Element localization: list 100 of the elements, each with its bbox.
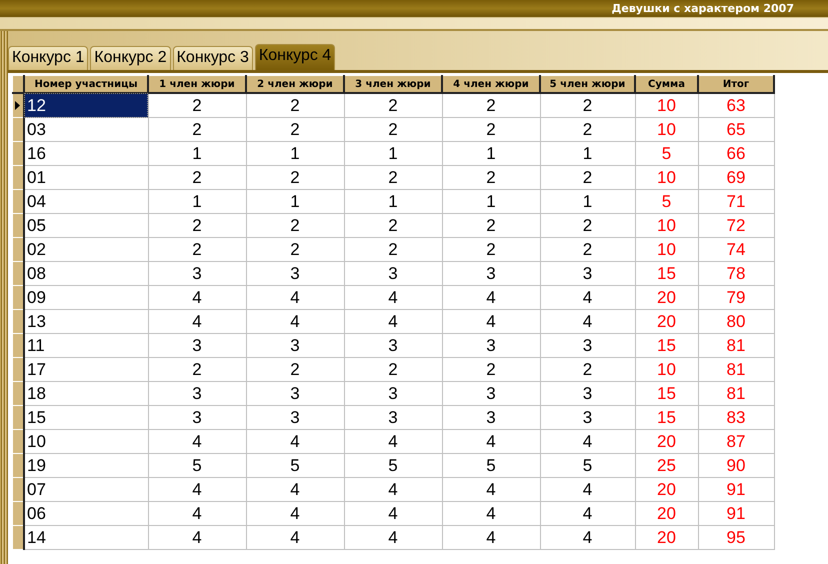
table-cell: 11 xyxy=(24,334,148,358)
table-cell: 1 xyxy=(344,190,442,214)
row-selector[interactable] xyxy=(12,454,24,478)
table-cell: 16 xyxy=(24,142,148,166)
table-cell: 4 xyxy=(246,310,344,334)
table-cell: 2 xyxy=(148,238,246,262)
table-cell: 4 xyxy=(540,286,635,310)
column-header[interactable]: 1 член жюри xyxy=(148,76,246,93)
tab[interactable]: Конкурс 3 xyxy=(172,46,253,70)
table-cell: 4 xyxy=(148,286,246,310)
column-header[interactable]: 4 член жюри xyxy=(442,76,540,93)
table-cell: 3 xyxy=(442,406,540,430)
table-cell: 10 xyxy=(635,238,698,262)
table-cell: 3 xyxy=(442,382,540,406)
table-cell: 4 xyxy=(540,502,635,526)
column-header[interactable]: Итог xyxy=(698,76,774,93)
table-cell: 4 xyxy=(442,502,540,526)
table-cell: 4 xyxy=(344,478,442,502)
table-cell: 2 xyxy=(246,93,344,118)
table-cell: 2 xyxy=(344,214,442,238)
table-cell: 78 xyxy=(698,262,774,286)
row-selector[interactable] xyxy=(12,166,24,190)
row-selector[interactable] xyxy=(12,93,24,118)
table-cell: 15 xyxy=(635,382,698,406)
table-cell: 66 xyxy=(698,142,774,166)
row-selector[interactable] xyxy=(12,502,24,526)
table-cell: 2 xyxy=(246,358,344,382)
table-cell: 5 xyxy=(635,190,698,214)
table-cell: 2 xyxy=(442,214,540,238)
table-cell: 2 xyxy=(442,238,540,262)
row-selector[interactable] xyxy=(12,406,24,430)
table-cell: 3 xyxy=(344,382,442,406)
table-cell: 12 xyxy=(24,93,148,118)
table-cell: 80 xyxy=(698,310,774,334)
table-cell: 1 xyxy=(540,142,635,166)
row-selector[interactable] xyxy=(12,334,24,358)
row-selector[interactable] xyxy=(12,430,24,454)
table-cell: 10 xyxy=(24,430,148,454)
row-selector[interactable] xyxy=(12,118,24,142)
row-selector[interactable] xyxy=(12,358,24,382)
table-cell: 4 xyxy=(246,430,344,454)
table-cell: 4 xyxy=(246,478,344,502)
column-header[interactable]: Сумма xyxy=(635,76,698,93)
table-cell: 20 xyxy=(635,478,698,502)
table-cell: 2 xyxy=(148,93,246,118)
table-cell: 06 xyxy=(24,502,148,526)
row-selector[interactable] xyxy=(12,190,24,214)
table-cell: 10 xyxy=(635,358,698,382)
row-selector[interactable] xyxy=(12,214,24,238)
table-cell: 1 xyxy=(540,190,635,214)
column-header[interactable]: 5 член жюри xyxy=(540,76,635,93)
row-selector[interactable] xyxy=(12,526,24,550)
table-cell: 65 xyxy=(698,118,774,142)
table-cell: 20 xyxy=(635,502,698,526)
table-cell: 1 xyxy=(246,142,344,166)
table-cell: 05 xyxy=(24,214,148,238)
table-cell: 1 xyxy=(148,190,246,214)
row-selector[interactable] xyxy=(12,142,24,166)
table-cell: 4 xyxy=(442,478,540,502)
table-cell: 2 xyxy=(540,358,635,382)
table-cell: 15 xyxy=(24,406,148,430)
table-cell: 1 xyxy=(148,142,246,166)
table-cell: 74 xyxy=(698,238,774,262)
table-cell: 2 xyxy=(344,238,442,262)
table-cell: 2 xyxy=(246,238,344,262)
table-cell: 3 xyxy=(148,262,246,286)
table-cell: 07 xyxy=(24,478,148,502)
table-cell: 4 xyxy=(344,502,442,526)
table-cell: 15 xyxy=(635,406,698,430)
table-cell: 04 xyxy=(24,190,148,214)
tab[interactable]: Конкурс 4 xyxy=(254,44,336,70)
table-cell: 4 xyxy=(246,286,344,310)
row-selector[interactable] xyxy=(12,286,24,310)
column-header[interactable]: 3 член жюри xyxy=(344,76,442,93)
tab[interactable]: Конкурс 2 xyxy=(90,46,171,70)
table-cell: 10 xyxy=(635,166,698,190)
column-header[interactable]: Номер участницы xyxy=(24,76,148,93)
table-cell: 5 xyxy=(148,454,246,478)
row-selector[interactable] xyxy=(12,238,24,262)
table-cell: 02 xyxy=(24,238,148,262)
tab[interactable]: Конкурс 1 xyxy=(8,46,88,70)
table-cell: 63 xyxy=(698,93,774,118)
column-header[interactable]: 2 член жюри xyxy=(246,76,344,93)
row-selector[interactable] xyxy=(12,478,24,502)
table-cell: 4 xyxy=(344,286,442,310)
table-cell: 95 xyxy=(698,526,774,550)
table-cell: 2 xyxy=(246,118,344,142)
row-selector[interactable] xyxy=(12,262,24,286)
table-cell: 3 xyxy=(442,262,540,286)
table-cell: 4 xyxy=(148,478,246,502)
table-cell: 14 xyxy=(24,526,148,550)
table-cell: 90 xyxy=(698,454,774,478)
table-cell: 2 xyxy=(344,93,442,118)
table-cell: 03 xyxy=(24,118,148,142)
table-cell: 20 xyxy=(635,310,698,334)
table-cell: 87 xyxy=(698,430,774,454)
row-selector[interactable] xyxy=(12,382,24,406)
table-cell: 18 xyxy=(24,382,148,406)
row-selector[interactable] xyxy=(12,310,24,334)
table-cell: 5 xyxy=(246,454,344,478)
